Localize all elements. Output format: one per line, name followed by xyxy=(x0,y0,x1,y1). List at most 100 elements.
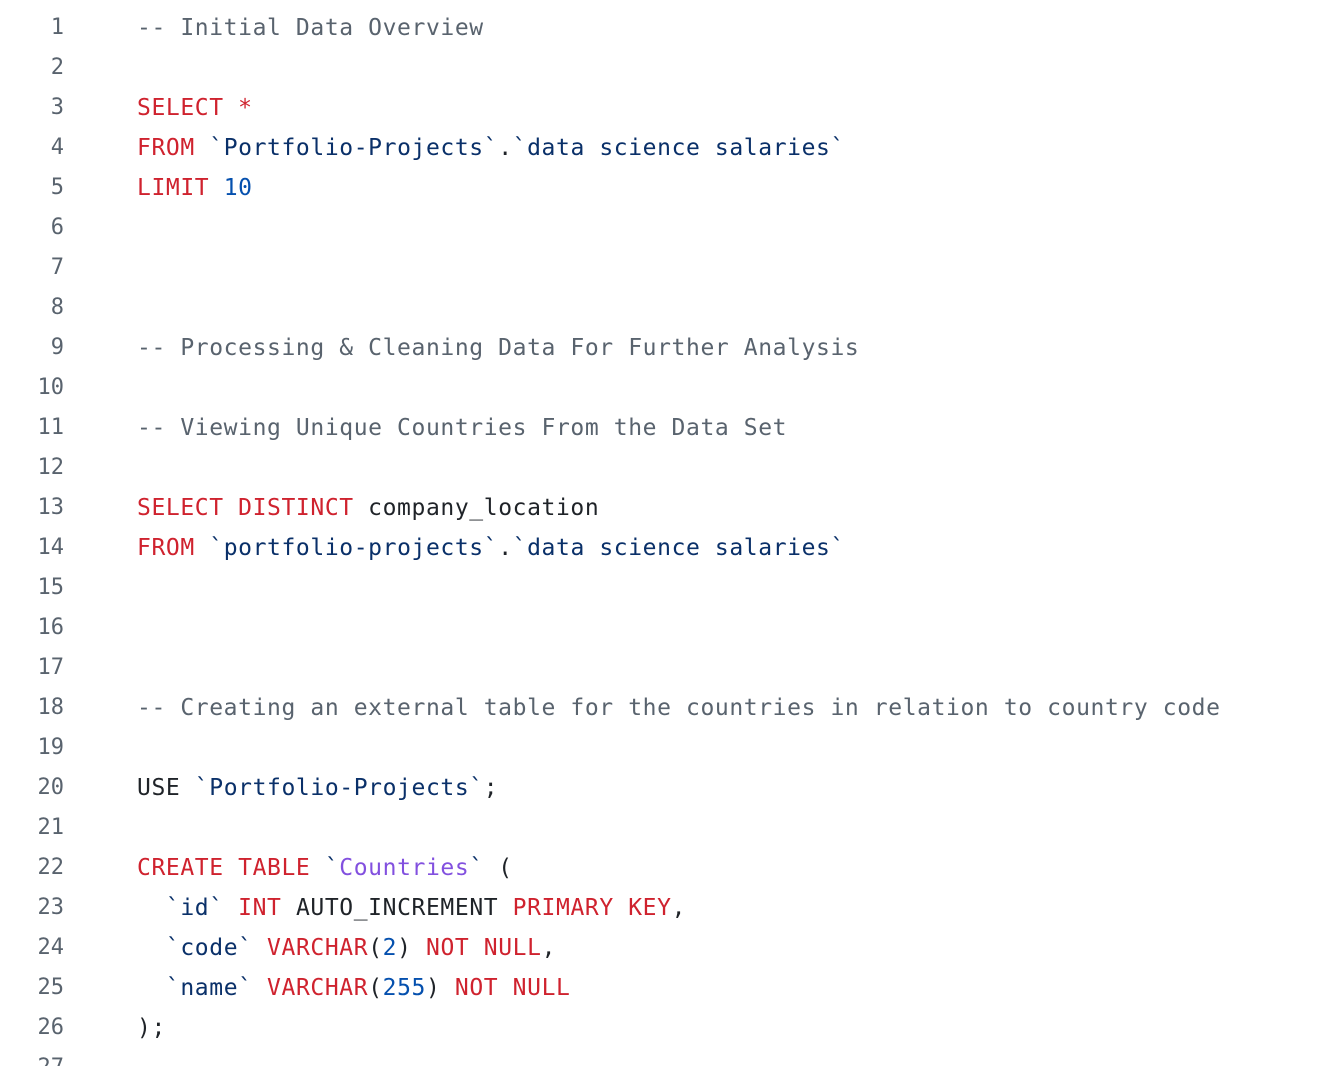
plain-token: , xyxy=(671,895,687,921)
line-number: 6 xyxy=(50,215,64,240)
code-text: `name` VARCHAR(255) NOT NULL xyxy=(137,975,571,1001)
code-text: CREATE TABLE `Countries` ( xyxy=(137,855,513,881)
keyword-token: NOT NULL xyxy=(426,935,542,961)
plain-token: . xyxy=(498,535,513,561)
code-text: SELECT DISTINCT company_location xyxy=(137,495,600,521)
code-line: 22 CREATE TABLE `Countries` ( xyxy=(0,847,1342,887)
line-number: 22 xyxy=(37,855,65,880)
line-number: 17 xyxy=(37,655,65,680)
line-number: 2 xyxy=(50,55,64,80)
line-number: 15 xyxy=(37,575,65,600)
line-number: 23 xyxy=(37,895,65,920)
number-token: 255 xyxy=(382,975,426,1001)
plain-token: ( xyxy=(483,855,513,881)
identifier-token: `code` xyxy=(165,935,253,961)
identifier-token: `name` xyxy=(165,975,253,1001)
code-text: -- Processing & Cleaning Data For Furthe… xyxy=(137,335,860,361)
code-text: USE `Portfolio-Projects`; xyxy=(137,775,499,801)
identifier-token: `Portfolio-Projects` xyxy=(194,775,484,801)
code-line: 3 SELECT * xyxy=(0,87,1342,127)
plain-token: ) xyxy=(397,935,426,961)
comment-token: -- Creating an external table for the co… xyxy=(137,695,1221,721)
number-token: 10 xyxy=(223,175,253,201)
plain-token: ) xyxy=(425,975,455,1001)
code-line: 17 xyxy=(0,647,1342,687)
identifier-token: `data science salaries` xyxy=(512,535,845,561)
identifier-token: ` xyxy=(469,855,484,881)
code-line: 15 xyxy=(0,567,1342,607)
code-line: 9 -- Processing & Cleaning Data For Furth… xyxy=(0,327,1342,367)
comment-token: -- Initial Data Overview xyxy=(137,15,484,41)
line-number: 24 xyxy=(37,935,65,960)
code-text: -- Viewing Unique Countries From the Dat… xyxy=(137,415,788,441)
code-view[interactable]: 1 -- Initial Data Overview 2 3 SELECT * 4 FROM… xyxy=(0,0,1342,1066)
identifier-token: `Portfolio-Projects` xyxy=(209,135,499,161)
identifier-token: `portfolio-projects` xyxy=(209,535,499,561)
line-number: 7 xyxy=(50,255,64,280)
keyword-token: SELECT DISTINCT xyxy=(137,495,354,521)
code-line: 27 xyxy=(0,1047,1342,1066)
code-line: 4 FROM `Portfolio-Projects`.`data science… xyxy=(0,127,1342,167)
line-number: 26 xyxy=(37,1015,65,1040)
code-text: ); xyxy=(137,1015,166,1041)
code-line: 2 xyxy=(0,47,1342,87)
line-number: 21 xyxy=(37,815,65,840)
plain-token: ( xyxy=(368,935,383,961)
line-number: 3 xyxy=(50,95,64,120)
keyword-token: NOT NULL xyxy=(454,975,571,1001)
line-number: 8 xyxy=(50,295,64,320)
line-number: 27 xyxy=(0,1057,65,1066)
code-text: FROM `portfolio-projects`.`data science … xyxy=(137,535,845,561)
code-line: 23 `id` INT AUTO_INCREMENT PRIMARY KEY, xyxy=(0,887,1342,927)
keyword-token: INT xyxy=(238,895,282,921)
line-number: 4 xyxy=(50,135,64,160)
code-line: 6 xyxy=(0,207,1342,247)
plain-token: USE xyxy=(137,775,195,801)
code-line: 12 xyxy=(0,447,1342,487)
identifier-token: `data science salaries` xyxy=(512,135,845,161)
line-number: 14 xyxy=(37,535,65,560)
plain-token: company_location xyxy=(353,495,600,521)
plain-token: . xyxy=(498,135,513,161)
comment-token: -- Processing & Cleaning Data For Furthe… xyxy=(137,335,860,361)
plain-token: ; xyxy=(483,775,499,801)
code-line: 18 -- Creating an external table for the … xyxy=(0,687,1342,727)
plain-token: AUTO_INCREMENT xyxy=(281,895,513,921)
line-number: 11 xyxy=(37,415,65,440)
line-number: 12 xyxy=(37,455,65,480)
code-text: FROM `Portfolio-Projects`.`data science … xyxy=(137,135,845,161)
code-line: 20 USE `Portfolio-Projects`; xyxy=(0,767,1342,807)
keyword-token: LIMIT xyxy=(137,175,210,201)
keyword-token: FROM xyxy=(137,535,195,561)
plain-token: , xyxy=(541,935,557,961)
keyword-token: SELECT * xyxy=(137,95,253,121)
code-text: `id` INT AUTO_INCREMENT PRIMARY KEY, xyxy=(137,895,687,921)
keyword-token: VARCHAR xyxy=(267,975,369,1001)
code-line: 13 SELECT DISTINCT company_location xyxy=(0,487,1342,527)
code-text: -- Creating an external table for the co… xyxy=(137,695,1221,721)
comment-token: -- Viewing Unique Countries From the Dat… xyxy=(137,415,788,441)
plain-token: ); xyxy=(137,1015,166,1041)
code-text: -- Initial Data Overview xyxy=(137,15,484,41)
line-number: 5 xyxy=(50,175,64,200)
code-line: 19 xyxy=(0,727,1342,767)
line-number: 20 xyxy=(37,775,65,800)
line-number: 19 xyxy=(37,735,65,760)
line-number: 1 xyxy=(50,15,64,40)
code-line: 8 xyxy=(0,287,1342,327)
code-text: SELECT * xyxy=(137,95,253,121)
line-number: 10 xyxy=(37,375,65,400)
code-line: 10 xyxy=(0,367,1342,407)
keyword-token: CREATE TABLE xyxy=(137,855,311,881)
keyword-token: PRIMARY KEY xyxy=(512,895,672,921)
code-text: LIMIT 10 xyxy=(137,175,253,201)
keyword-token: FROM xyxy=(137,135,195,161)
